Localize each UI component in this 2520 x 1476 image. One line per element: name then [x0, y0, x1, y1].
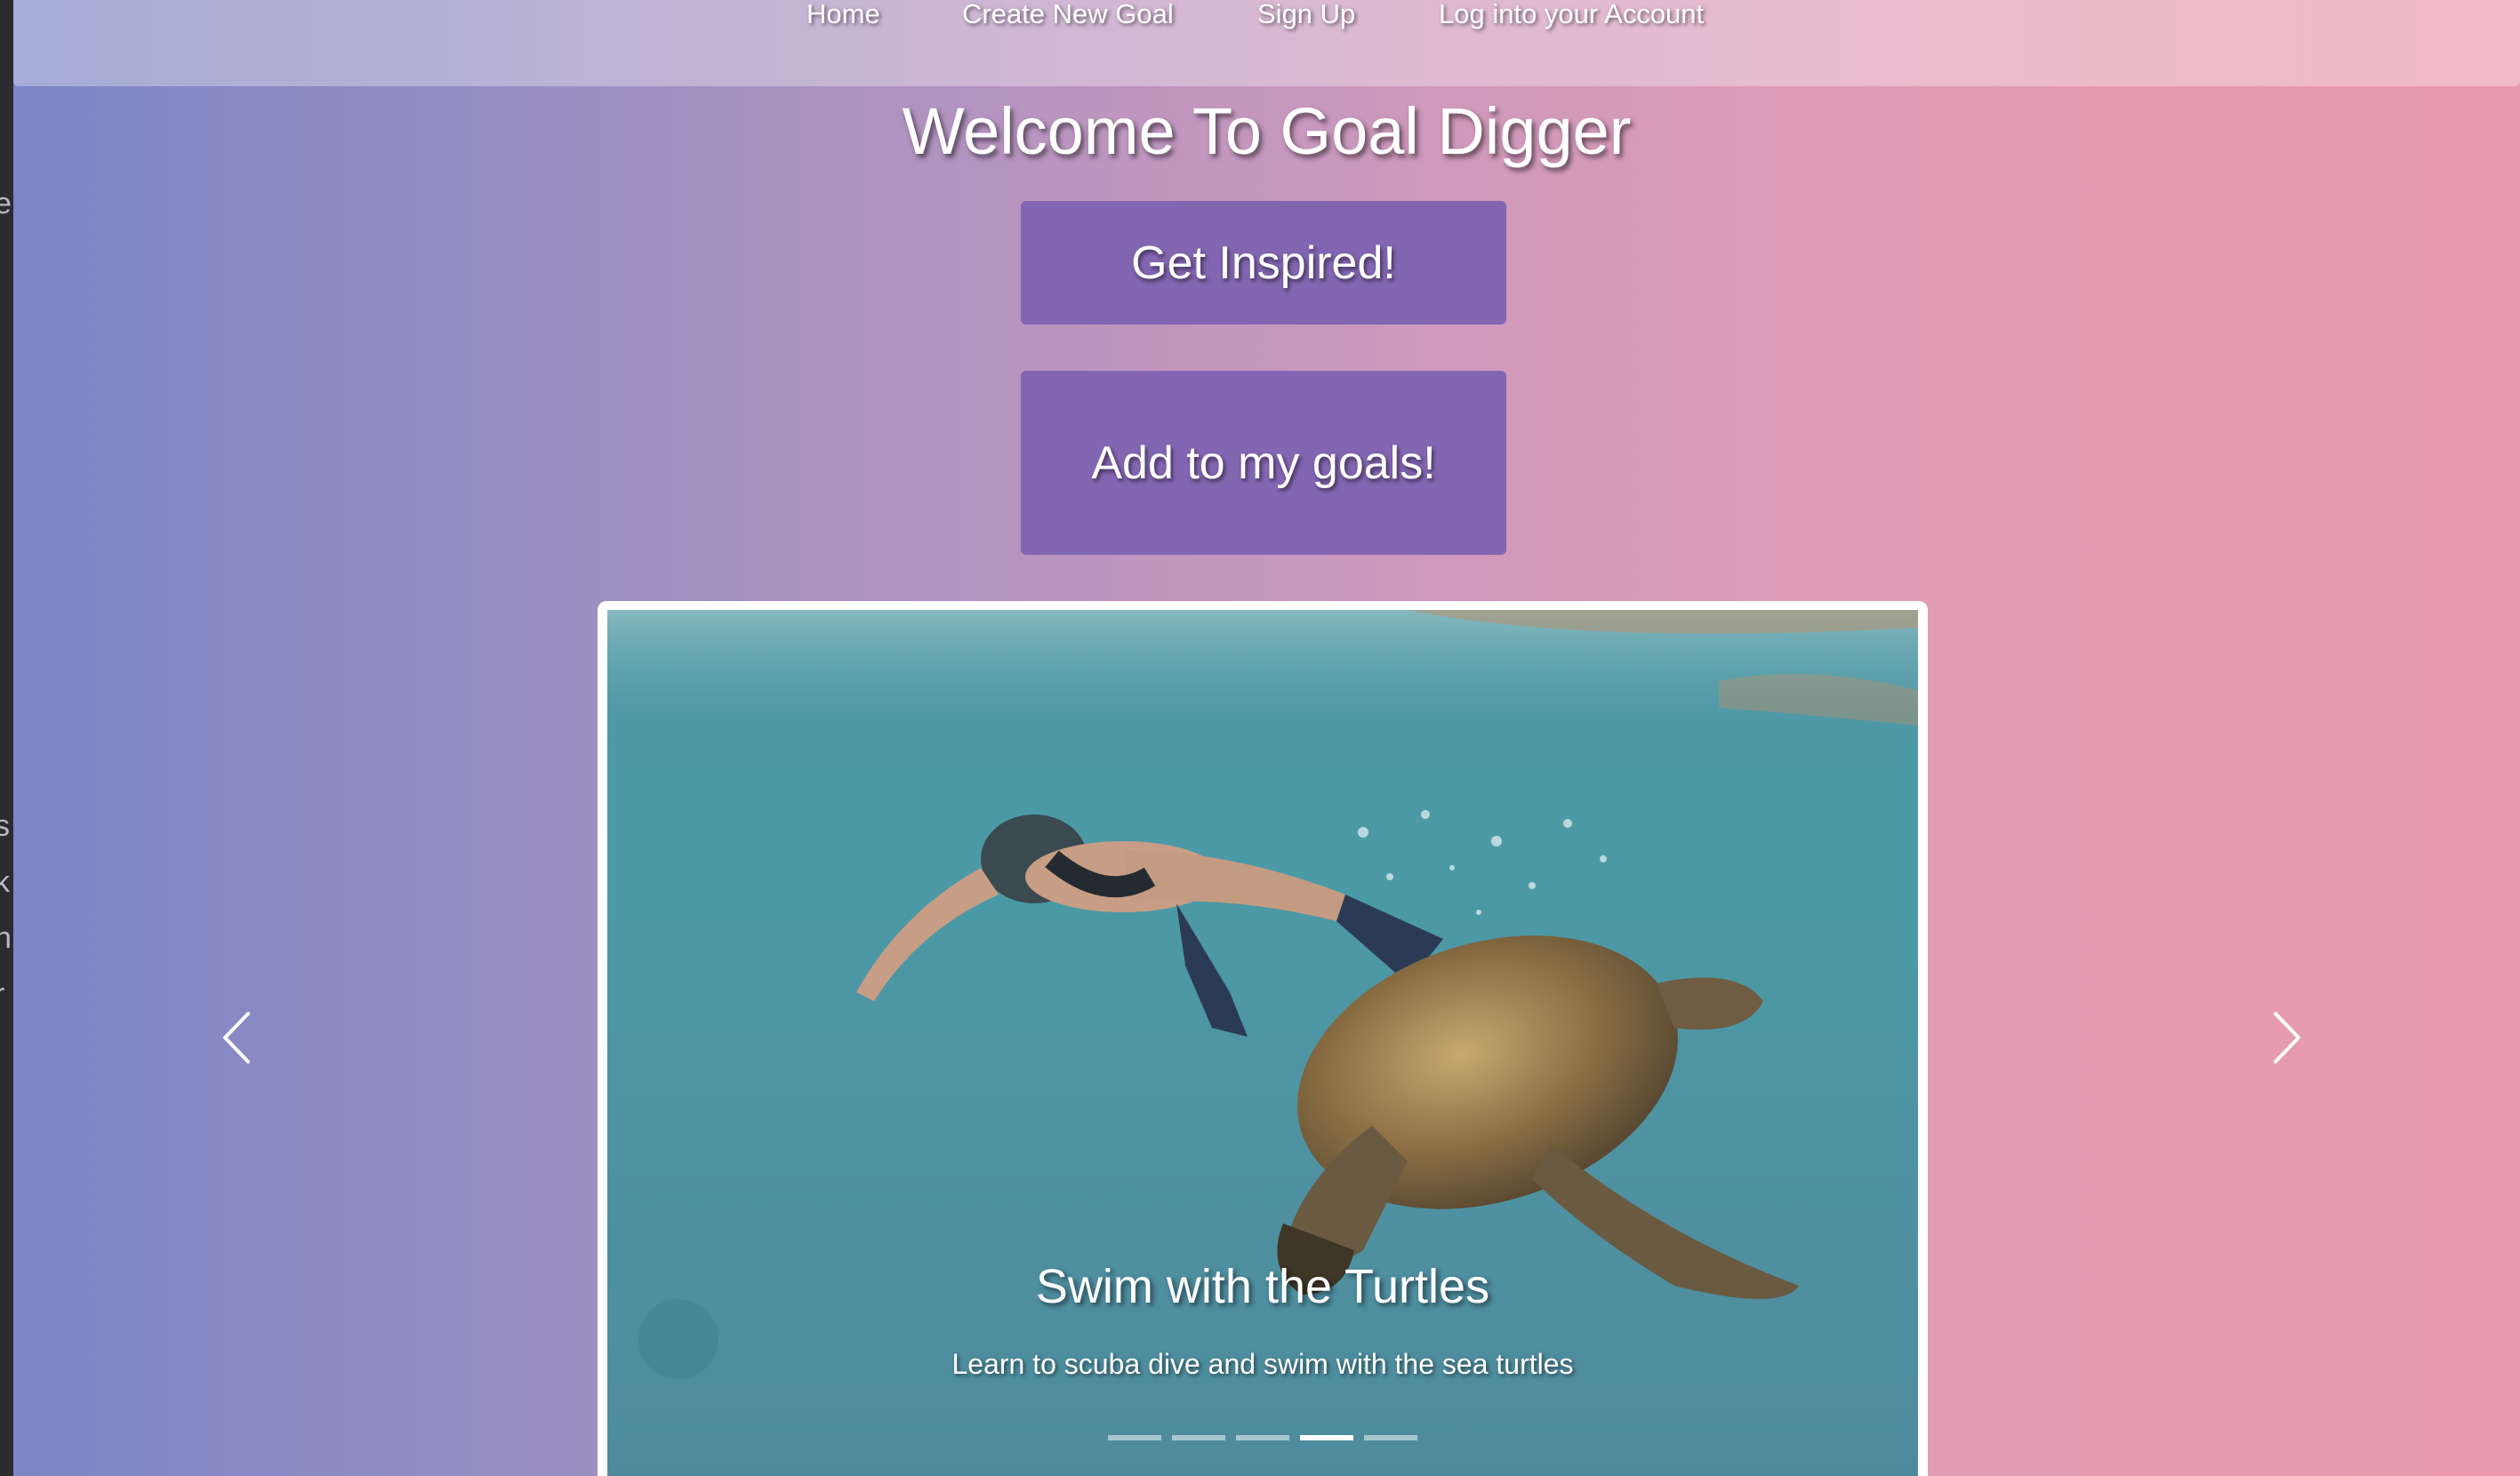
carousel-indicator[interactable] — [1108, 1435, 1161, 1440]
carousel-indicator[interactable] — [1172, 1435, 1225, 1440]
chevron-right-icon — [2274, 1012, 2300, 1063]
carousel-indicator[interactable] — [1364, 1435, 1417, 1440]
chevron-left-icon — [223, 1012, 250, 1063]
slide-caption-text: Learn to scuba dive and swim with the se… — [951, 1348, 1574, 1380]
strip-glyph: e — [0, 187, 12, 221]
strip-glyph: i — [0, 1088, 2, 1123]
top-navbar: Home Create New Goal Sign Up Log into yo… — [13, 0, 2520, 86]
carousel-indicator-active[interactable] — [1300, 1435, 1353, 1440]
adjacent-window-edge: e s k n r i — [0, 0, 13, 1476]
carousel-next-button[interactable] — [2261, 1007, 2315, 1069]
add-to-goals-button[interactable]: Add to my goals! — [1021, 371, 1506, 555]
page-title: Welcome To Goal Digger — [902, 94, 1632, 168]
slide-caption-title: Swim with the Turtles — [1035, 1260, 1490, 1313]
carousel-indicator[interactable] — [1236, 1435, 1289, 1440]
strip-glyph: k — [0, 865, 10, 899]
strip-glyph: r — [0, 977, 4, 1012]
get-inspired-button[interactable]: Get Inspired! — [1021, 201, 1506, 325]
strip-glyph: n — [0, 921, 12, 955]
carousel-prev-button[interactable] — [209, 1007, 262, 1069]
nav-create-goal-link[interactable]: Create New Goal — [962, 0, 1174, 28]
carousel-indicators — [607, 1435, 1918, 1453]
strip-glyph: s — [0, 809, 10, 843]
sea-turtle-figure — [1277, 935, 1799, 1299]
inspiration-carousel: Swim with the Turtles Learn to scuba div… — [13, 598, 2520, 1476]
nav-login-link[interactable]: Log into your Account — [1439, 0, 1704, 28]
nav-home-link[interactable]: Home — [807, 0, 880, 28]
page-background: Home Create New Goal Sign Up Log into yo… — [13, 0, 2520, 1476]
nav-sign-up-link[interactable]: Sign Up — [1257, 0, 1355, 28]
